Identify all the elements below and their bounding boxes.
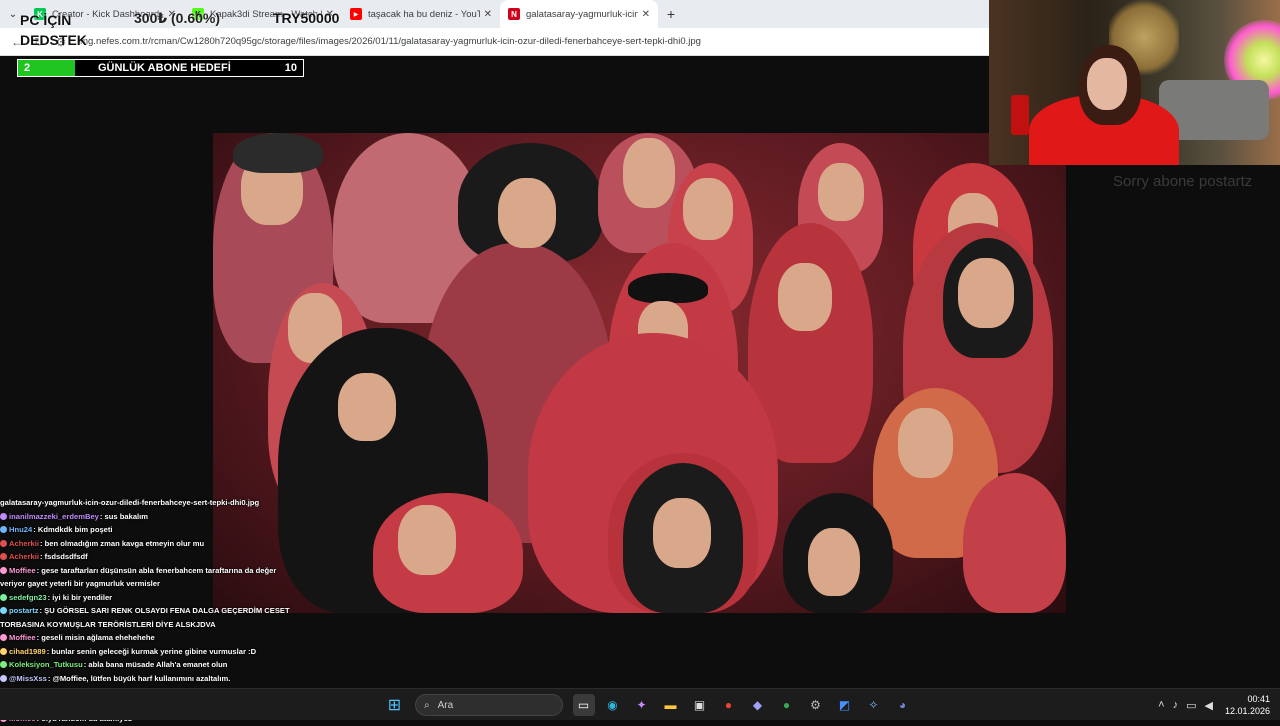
chat-username[interactable]: @MissXss xyxy=(9,674,47,683)
chat-message: Moffiee: gese taraftarları düşünsün abla… xyxy=(0,564,300,591)
app-icon[interactable]: ◆ xyxy=(747,694,769,716)
chat-text: : Kdmdkdk bim poşeti xyxy=(33,525,113,534)
clock-date: 12.01.2026 xyxy=(1224,706,1270,716)
search-placeholder: Ara xyxy=(437,699,454,711)
copilot-icon[interactable]: ✦ xyxy=(631,694,653,716)
task-view-icon[interactable]: ▭ xyxy=(572,694,595,716)
chat-badge-icon xyxy=(0,539,7,547)
goal-target-count: 10 xyxy=(284,62,297,74)
chat-message: galatasaray-yagmurluk-icin-ozur-diledi-f… xyxy=(0,496,300,510)
close-icon[interactable]: ✕ xyxy=(642,9,650,20)
chat-text: : gese taraftarları düşünsün abla fenerb… xyxy=(0,565,277,589)
chat-message: Acherkii: ben olmadığım zman kavga etmey… xyxy=(0,537,300,551)
chat-username[interactable]: Acherkii xyxy=(9,552,39,561)
donation-goal: TRY50000 xyxy=(273,10,340,26)
news-photo xyxy=(213,133,1066,613)
chat-username[interactable]: Acherkii xyxy=(9,539,39,548)
chat-text: : abla bana müsade Allah'a emanet olun xyxy=(83,660,228,669)
close-icon[interactable]: ✕ xyxy=(484,9,492,20)
windows-start-icon[interactable]: ⊞ xyxy=(384,694,406,716)
chat-username[interactable]: Hnu24 xyxy=(9,525,32,534)
webcam-feed xyxy=(989,0,1280,165)
tab-title: galatasaray-yagmurluk-icin-oz xyxy=(526,8,638,20)
chat-message: Acherkii: fsdsdsdfsdf xyxy=(0,550,300,564)
steam-icon[interactable]: ⚙ xyxy=(805,694,827,716)
chat-badge-icon xyxy=(0,566,7,574)
chat-username[interactable]: sedefgn23 xyxy=(9,593,47,602)
chat-message: inanilmazzeki_erdemBey: sus bakalım xyxy=(0,510,300,524)
chat-text: : sus bakalım xyxy=(99,511,149,521)
chevron-up-icon[interactable]: ˄ xyxy=(1158,699,1164,711)
chrome-icon[interactable]: ● xyxy=(718,694,740,716)
goal-label: GÜNLÜK ABONE HEDEFİ xyxy=(97,62,231,74)
chat-username[interactable]: inanilmazzeki_erdemBey xyxy=(9,512,99,521)
chat-message: Koleksiyon_Tutkusu: abla bana müsade All… xyxy=(0,658,300,672)
chat-badge-icon xyxy=(0,607,7,614)
address-bar: ← ↻ ⚙ img.nefes.com.tr/rcman/Cw1280h720q… xyxy=(0,28,989,56)
chrome-beta-icon[interactable]: ● xyxy=(776,694,798,716)
webcam-caption: Sorry abone postartz xyxy=(1113,173,1253,190)
chat-text: : iyi ki bir yendiler xyxy=(47,592,113,602)
chat-username[interactable]: Moffiee xyxy=(9,566,36,575)
new-tab-plus-icon[interactable]: + xyxy=(658,6,684,22)
windows-taskbar: ⊞ ⌕ Ara ▭ ◉ ✦ ▬ ▣ ● ◆ ● ⚙ ◩ ✧ ◕ ˄ ♪ ▭ ◀ … xyxy=(0,688,1280,720)
file-explorer-icon[interactable]: ▬ xyxy=(660,694,682,716)
pc-support-overlay: PC İÇİN DEDSTEK xyxy=(20,10,130,50)
donation-amount: 300₺ (0.60%) xyxy=(134,10,221,26)
edge-icon[interactable]: ◉ xyxy=(602,694,624,716)
microphone-icon[interactable]: ♪ xyxy=(1173,699,1179,711)
chat-message: Hnu24: Kdmdkdk bim poşeti xyxy=(0,523,300,537)
chat-username[interactable]: Moffiee xyxy=(9,633,36,642)
volume-icon[interactable]: ◀ xyxy=(1204,699,1212,712)
discord-icon[interactable]: ◕ xyxy=(892,694,914,716)
chat-username[interactable]: Koleksiyon_Tutkusu xyxy=(9,660,83,669)
subscriber-goal-bar: 2 GÜNLÜK ABONE HEDEFİ 10 xyxy=(17,59,304,77)
browser-tab[interactable]: ▶ taşacak ha bu deniz - YouTube ✕ xyxy=(342,0,500,28)
network-icon[interactable]: ▭ xyxy=(1186,699,1196,712)
chat-badge-icon xyxy=(0,526,7,533)
system-tray: ˄ ♪ ▭ ◀ 00:41 12.01.2026 xyxy=(1154,689,1270,721)
app-icon[interactable]: ◩ xyxy=(834,694,856,716)
browser-tab-active[interactable]: N galatasaray-yagmurluk-icin-oz ✕ xyxy=(500,0,658,28)
chat-text: : ben olmadığım zman kavga etmeyin olur … xyxy=(39,538,205,548)
chat-text: : bunlar senin geleceği kurmak yerine gi… xyxy=(46,646,257,656)
nefes-icon: N xyxy=(508,8,520,20)
overlay-line: PC İÇİN xyxy=(20,12,72,28)
chat-badge-icon xyxy=(0,661,7,668)
chat-badge-icon xyxy=(0,647,7,655)
chat-badge-icon xyxy=(0,674,7,682)
store-icon[interactable]: ▣ xyxy=(689,694,711,716)
chat-text: galatasaray-yagmurluk-icin-ozur-diledi-f… xyxy=(0,498,260,507)
chat-message: cihad1989: bunlar senin geleceği kurmak … xyxy=(0,645,300,659)
taskbar-apps: ⊞ ⌕ Ara ▭ ◉ ✦ ▬ ▣ ● ◆ ● ⚙ ◩ ✧ ◕ xyxy=(380,689,917,721)
youtube-icon: ▶ xyxy=(350,8,362,20)
chat-badge-icon xyxy=(0,512,7,520)
chat-message: postartz: ŞU GÖRSEL SARI RENK OLSAYDI FE… xyxy=(0,604,300,631)
chat-message: Moffiee: geseli misin ağlama ehehehehe xyxy=(0,631,300,645)
chat-message: @MissXss: @Moffiee, lütfen büyük harf ku… xyxy=(0,672,300,686)
overlay-line: DEDSTEK xyxy=(20,32,87,48)
chat-text: : fsdsdsdfsdf xyxy=(39,552,88,561)
chat-username[interactable]: postartz xyxy=(9,606,39,615)
chat-badge-icon xyxy=(0,553,7,560)
taskbar-search[interactable]: ⌕ Ara xyxy=(415,694,563,716)
app-icon[interactable]: ✧ xyxy=(863,694,885,716)
clock-time: 00:41 xyxy=(1247,694,1270,704)
chat-badge-icon xyxy=(0,593,7,601)
chat-text: : geseli misin ağlama ehehehehe xyxy=(36,633,155,642)
tab-title: taşacak ha bu deniz - YouTube xyxy=(368,8,480,20)
chat-text: : @Moffiee, lütfen büyük harf kullanımın… xyxy=(47,673,231,683)
search-icon: ⌕ xyxy=(424,699,430,711)
url-text[interactable]: img.nefes.com.tr/rcman/Cw1280h720q95gc/s… xyxy=(78,36,701,47)
chat-text: : ŞU GÖRSEL SARI RENK OLSAYDI FENA DALGA… xyxy=(0,606,290,629)
chat-badge-icon xyxy=(0,634,7,641)
chat-message: sedefgn23: iyi ki bir yendiler xyxy=(0,591,300,605)
clock[interactable]: 00:41 12.01.2026 xyxy=(1225,693,1270,717)
chat-username[interactable]: cihad1989 xyxy=(9,647,46,656)
